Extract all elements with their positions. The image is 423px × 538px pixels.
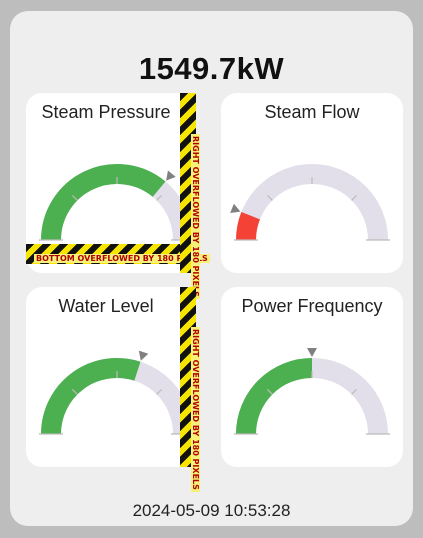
gauge-card-water-level: Water Level xyxy=(26,287,196,467)
steam-flow-gauge xyxy=(230,164,390,241)
total-power-readout: 1549.7kW xyxy=(138,51,285,86)
gauge-value-arc xyxy=(41,164,166,241)
overflow-right-label-top: RIGHT OVERFLOWED BY 180 PIXELS xyxy=(191,134,200,299)
power-frequency-gauge xyxy=(234,348,390,435)
gauge-pointer xyxy=(138,350,149,361)
water-level-gauge xyxy=(39,350,195,435)
gauge-value-arc xyxy=(236,212,261,241)
gauge-card-steam-flow: Steam Flow xyxy=(221,93,403,273)
gauge-value-arc xyxy=(236,358,313,435)
timestamp: 2024-05-09 10:53:28 xyxy=(132,501,291,520)
gauge-card-power-frequency: Power Frequency xyxy=(221,287,403,467)
gauge-value-arc xyxy=(41,358,141,435)
overflow-right-label-bottom: RIGHT OVERFLOWED BY 180 PIXELS xyxy=(191,327,200,492)
gauge-pointer xyxy=(307,348,317,357)
gauge-pointer xyxy=(230,203,241,213)
gauge-pointer xyxy=(166,170,176,181)
